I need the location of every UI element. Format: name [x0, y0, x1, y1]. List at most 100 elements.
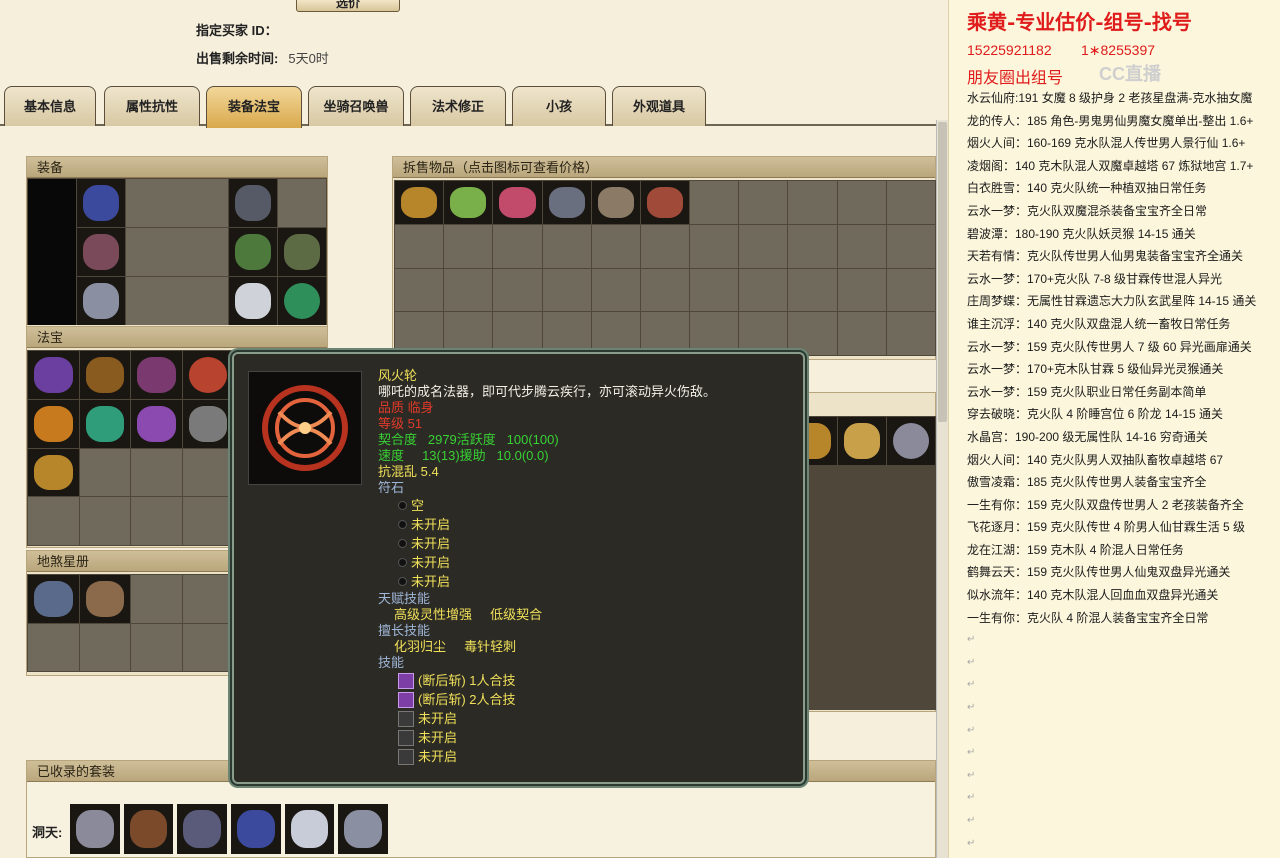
sell-item-empty[interactable] — [739, 268, 788, 312]
treasure-slot[interactable] — [28, 448, 79, 497]
rune-dot-icon — [398, 520, 407, 529]
equip-slot-empty[interactable] — [126, 277, 228, 325]
sell-item-empty[interactable] — [591, 312, 640, 355]
tab-equipment[interactable]: 装备法宝 — [206, 86, 302, 128]
star-card[interactable] — [79, 575, 130, 623]
tab-attributes[interactable]: 属性抗性 — [104, 86, 200, 126]
treasure-slot[interactable] — [28, 399, 79, 448]
set-item[interactable] — [231, 804, 281, 854]
equip-slot-armor[interactable] — [77, 179, 125, 227]
tab-spell-fix[interactable]: 法术修正 — [410, 86, 506, 126]
equip-slot-empty[interactable] — [126, 179, 228, 227]
sell-item-empty[interactable] — [493, 224, 542, 268]
equip-slot-necklace[interactable] — [229, 277, 277, 325]
sell-item[interactable] — [542, 181, 591, 224]
sell-item-empty[interactable] — [591, 224, 640, 268]
sell-item-empty[interactable] — [591, 268, 640, 312]
equip-slot-empty[interactable] — [278, 179, 326, 227]
inventory-item[interactable] — [886, 417, 935, 465]
tab-basic-info[interactable]: 基本信息 — [4, 86, 96, 126]
sell-item-empty[interactable] — [444, 224, 493, 268]
equip-slot-ring[interactable] — [229, 228, 277, 276]
scrollbar-thumb[interactable] — [938, 122, 947, 422]
sell-item-empty[interactable] — [395, 224, 444, 268]
sell-item-empty[interactable] — [690, 224, 739, 268]
equip-slot-weapon[interactable] — [77, 228, 125, 276]
treasure-slot-empty[interactable] — [79, 497, 130, 545]
sell-item-empty[interactable] — [788, 224, 837, 268]
sell-item-empty[interactable] — [640, 224, 690, 268]
treasure-slot[interactable] — [79, 399, 130, 448]
sell-item-empty[interactable] — [886, 224, 935, 268]
set-item[interactable] — [70, 804, 120, 854]
treasure-slot-fire-wheel[interactable] — [182, 351, 233, 399]
treasure-slot-empty[interactable] — [28, 497, 79, 545]
tab-children[interactable]: 小孩 — [512, 86, 606, 126]
equip-slot-orb[interactable] — [278, 277, 326, 325]
sell-item-empty[interactable] — [493, 268, 542, 312]
sell-item[interactable] — [591, 181, 640, 224]
sell-item-empty[interactable] — [739, 181, 788, 224]
star-card-empty[interactable] — [131, 623, 182, 671]
sell-item-empty[interactable] — [640, 268, 690, 312]
sell-item-empty[interactable] — [837, 268, 886, 312]
top-select-button[interactable]: 选价 — [296, 0, 400, 12]
treasure-slot[interactable] — [79, 351, 130, 399]
tab-mounts-pets[interactable]: 坐骑召唤兽 — [308, 86, 404, 126]
treasure-slot[interactable] — [182, 399, 233, 448]
sell-item-empty[interactable] — [886, 181, 935, 224]
sell-item-empty[interactable] — [739, 224, 788, 268]
treasure-slot[interactable] — [28, 351, 79, 399]
set-item[interactable] — [338, 804, 388, 854]
treasure-slot-empty[interactable] — [182, 448, 233, 497]
sell-item-empty[interactable] — [788, 312, 837, 355]
inventory-item[interactable] — [837, 417, 886, 465]
sell-item-empty[interactable] — [542, 312, 591, 355]
page-scrollbar[interactable] — [936, 120, 948, 858]
equip-slot-empty[interactable] — [126, 228, 228, 276]
star-card-empty[interactable] — [182, 623, 233, 671]
sell-item-empty[interactable] — [640, 312, 690, 355]
sell-item-empty[interactable] — [886, 268, 935, 312]
treasure-slot-empty[interactable] — [79, 448, 130, 497]
treasure-slot[interactable] — [131, 399, 182, 448]
sell-item-empty[interactable] — [690, 312, 739, 355]
set-item[interactable] — [284, 804, 335, 854]
treasure-slot-empty[interactable] — [131, 448, 182, 497]
sell-item-empty[interactable] — [542, 268, 591, 312]
star-card-empty[interactable] — [131, 575, 182, 623]
equip-slot-helmet[interactable] — [229, 179, 277, 227]
tab-appearance[interactable]: 外观道具 — [612, 86, 706, 126]
sell-item-empty[interactable] — [837, 224, 886, 268]
sell-item-empty[interactable] — [739, 312, 788, 355]
treasure-slot-empty[interactable] — [182, 497, 233, 545]
sell-item-empty[interactable] — [788, 268, 837, 312]
equip-slot-belt[interactable] — [278, 228, 326, 276]
treasure-slot[interactable] — [131, 351, 182, 399]
sell-item-empty[interactable] — [837, 312, 886, 355]
sell-item[interactable] — [640, 181, 690, 224]
star-card-empty[interactable] — [28, 623, 79, 671]
set-item[interactable] — [123, 804, 174, 854]
sell-item-empty[interactable] — [444, 312, 493, 355]
sell-item[interactable] — [444, 181, 493, 224]
sell-item-empty[interactable] — [690, 268, 739, 312]
sell-item-empty[interactable] — [837, 181, 886, 224]
sell-item-empty[interactable] — [395, 268, 444, 312]
sell-item[interactable] — [395, 181, 444, 224]
sell-item-empty[interactable] — [886, 312, 935, 355]
sell-item-empty[interactable] — [493, 312, 542, 355]
equip-slot-charm[interactable] — [77, 277, 125, 325]
star-card[interactable] — [28, 575, 79, 623]
star-card-empty[interactable] — [182, 575, 233, 623]
sell-item-empty[interactable] — [395, 312, 444, 355]
set-item[interactable] — [177, 804, 227, 854]
sell-item-empty[interactable] — [542, 224, 591, 268]
sell-item-empty[interactable] — [690, 181, 739, 224]
locked-skill-icon — [398, 748, 414, 765]
treasure-slot-empty[interactable] — [131, 497, 182, 545]
sell-item[interactable] — [493, 181, 542, 224]
sell-item-empty[interactable] — [788, 181, 837, 224]
sell-item-empty[interactable] — [444, 268, 493, 312]
star-card-empty[interactable] — [79, 623, 130, 671]
